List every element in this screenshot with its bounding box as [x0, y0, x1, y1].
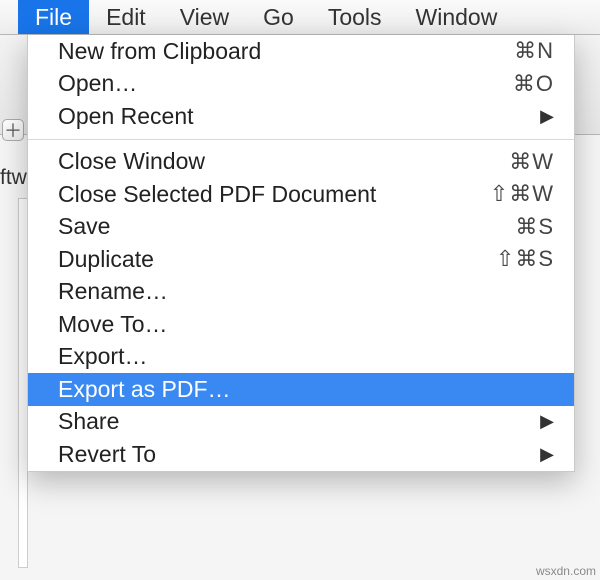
- menu-item-export-as-pdf[interactable]: Export as PDF…: [28, 373, 574, 406]
- menu-item-open-recent[interactable]: Open Recent ▶: [28, 100, 574, 133]
- plus-icon: ＋: [4, 117, 22, 143]
- menu-label: File: [35, 4, 72, 31]
- menu-item-move-to[interactable]: Move To…: [28, 308, 574, 341]
- menu-go[interactable]: Go: [246, 0, 311, 34]
- sidebar-fragment: ftw: [0, 163, 28, 193]
- menu-item-label: Move To…: [58, 311, 554, 338]
- menu-label: Go: [263, 4, 294, 31]
- file-dropdown: New from Clipboard ⌘N Open… ⌘O Open Rece…: [27, 35, 575, 472]
- menu-item-shortcut: ⌘O: [513, 71, 554, 97]
- menu-item-label: Close Window: [58, 148, 509, 175]
- submenu-arrow-icon: ▶: [540, 106, 554, 127]
- menu-item-label: Rename…: [58, 278, 554, 305]
- menu-item-label: Close Selected PDF Document: [58, 181, 490, 208]
- menu-label: Tools: [328, 4, 382, 31]
- watermark: wsxdn.com: [536, 564, 596, 578]
- menu-label: Window: [416, 4, 498, 31]
- menu-item-close-window[interactable]: Close Window ⌘W: [28, 146, 574, 179]
- menu-item-label: Save: [58, 213, 515, 240]
- menu-item-label: Open Recent: [58, 103, 540, 130]
- add-button[interactable]: ＋: [2, 119, 24, 141]
- menu-item-label: Export as PDF…: [58, 376, 554, 403]
- menu-item-shortcut: ⌘N: [514, 38, 554, 64]
- menu-item-label: Duplicate: [58, 246, 496, 273]
- menu-window[interactable]: Window: [399, 0, 515, 34]
- menu-item-label: Revert To: [58, 441, 540, 468]
- menu-item-export[interactable]: Export…: [28, 341, 574, 374]
- menu-item-label: Export…: [58, 343, 554, 370]
- menu-item-label: New from Clipboard: [58, 38, 514, 65]
- menu-item-shortcut: ⌘S: [515, 214, 554, 240]
- submenu-arrow-icon: ▶: [540, 444, 554, 465]
- menu-file[interactable]: File: [18, 0, 89, 34]
- menu-label: Edit: [106, 4, 146, 31]
- menu-separator: [28, 139, 574, 140]
- menu-item-save[interactable]: Save ⌘S: [28, 211, 574, 244]
- menubar: File Edit View Go Tools Window: [0, 0, 600, 35]
- menu-item-revert-to[interactable]: Revert To ▶: [28, 438, 574, 471]
- menu-item-label: Share: [58, 408, 540, 435]
- menu-item-shortcut: ⇧⌘S: [496, 246, 554, 272]
- menu-item-shortcut: ⇧⌘W: [490, 181, 554, 207]
- menu-tools[interactable]: Tools: [311, 0, 399, 34]
- menu-label: View: [180, 4, 229, 31]
- menu-view[interactable]: View: [163, 0, 246, 34]
- menu-item-close-selected-pdf[interactable]: Close Selected PDF Document ⇧⌘W: [28, 178, 574, 211]
- menu-item-label: Open…: [58, 70, 513, 97]
- menu-item-shortcut: ⌘W: [509, 149, 554, 175]
- menu-item-open[interactable]: Open… ⌘O: [28, 68, 574, 101]
- menu-item-duplicate[interactable]: Duplicate ⇧⌘S: [28, 243, 574, 276]
- submenu-arrow-icon: ▶: [540, 411, 554, 432]
- menu-edit[interactable]: Edit: [89, 0, 163, 34]
- menu-item-rename[interactable]: Rename…: [28, 276, 574, 309]
- menu-item-share[interactable]: Share ▶: [28, 406, 574, 439]
- menu-item-new-from-clipboard[interactable]: New from Clipboard ⌘N: [28, 35, 574, 68]
